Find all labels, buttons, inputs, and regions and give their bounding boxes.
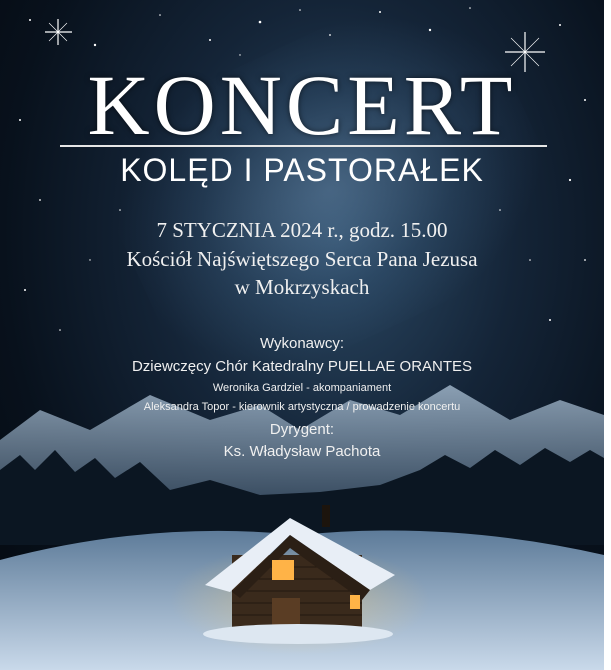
poster-right-edge xyxy=(604,0,611,670)
choir-name: Dziewczęcy Chór Katedralny PUELLAE ORANT… xyxy=(131,358,473,375)
event-date: 7 STYCZNIA 2024 r., godz. 15.00 xyxy=(156,218,448,242)
cabin-window-right xyxy=(350,595,360,609)
venue-line-2: w Mokrzyskach xyxy=(234,275,370,299)
sparkle-star-left xyxy=(45,19,72,45)
performers-label: Wykonawcy: xyxy=(259,335,345,352)
poster-subtitle: KOLĘD I PASTORAŁEK xyxy=(120,152,484,188)
title-divider xyxy=(60,145,547,147)
concert-poster: KONCERT KOLĘD I PASTORAŁEK 7 STYCZNIA 20… xyxy=(0,0,611,670)
artistic-director: Aleksandra Topor - kierownik artystyczna… xyxy=(143,401,461,413)
poster-title: KONCERT xyxy=(87,57,517,153)
conductor-label: Dyrygent: xyxy=(269,421,335,438)
accompanist: Weronika Gardziel - akompaniament xyxy=(212,382,392,394)
conductor-name: Ks. Władysław Pachota xyxy=(223,443,381,460)
cabin-window-left xyxy=(272,560,294,580)
venue-line-1: Kościół Najświętszego Serca Pana Jezusa xyxy=(126,247,478,271)
